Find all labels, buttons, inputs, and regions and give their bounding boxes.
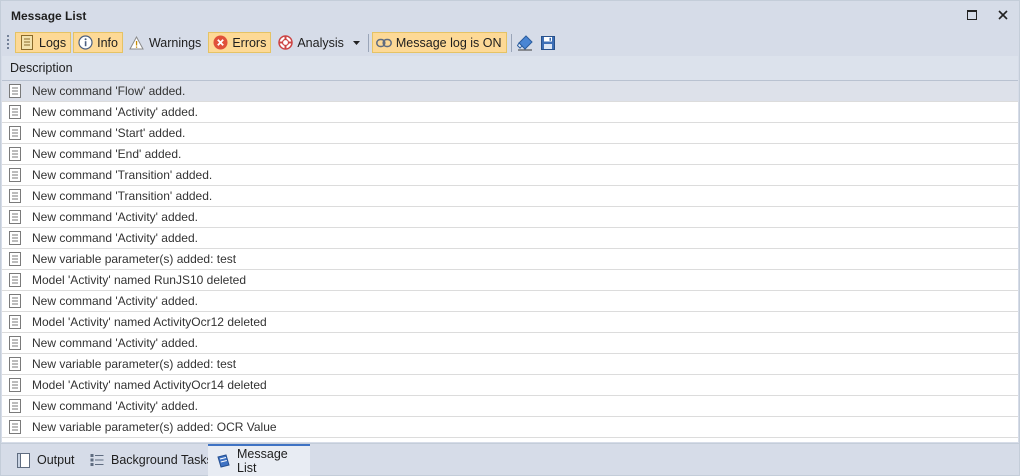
row-description: New command 'Activity' added. <box>32 105 198 119</box>
analysis-button[interactable]: Analysis <box>273 32 349 53</box>
message-grid: Description New command 'Flow' added. Ne… <box>2 56 1018 442</box>
row-description: New command 'End' added. <box>32 147 182 161</box>
log-entry-icon <box>9 378 23 392</box>
log-entry-icon <box>9 273 23 287</box>
table-row[interactable]: New variable parameter(s) added: OCR Val… <box>2 417 1018 438</box>
tab-output[interactable]: Output <box>7 444 83 476</box>
log-entry-icon <box>9 168 23 182</box>
row-description: New variable parameter(s) added: OCR Val… <box>32 420 277 434</box>
table-row[interactable]: New command 'Start' added. <box>2 123 1018 144</box>
info-label: Info <box>97 35 118 50</box>
log-entry-icon <box>9 399 23 413</box>
tab-output-label: Output <box>37 453 75 467</box>
toolbar-separator <box>510 33 512 52</box>
logs-label: Logs <box>39 35 67 50</box>
log-entry-icon <box>9 147 23 161</box>
row-description: Model 'Activity' named RunJS10 deleted <box>32 273 247 287</box>
maximize-button[interactable] <box>963 6 981 24</box>
message-list-panel: Message List Logs Info Warnings Errors A… <box>0 0 1020 476</box>
table-row[interactable]: New command 'End' added. <box>2 144 1018 165</box>
log-entry-icon <box>9 336 23 350</box>
description-column-header[interactable]: Description <box>2 56 1018 81</box>
tab-background-tasks[interactable]: Background Tasks <box>81 444 221 476</box>
toolbar-grip[interactable] <box>6 34 10 51</box>
log-entry-icon <box>9 252 23 266</box>
table-row[interactable]: Model 'Activity' named ActivityOcr12 del… <box>2 312 1018 333</box>
output-icon <box>15 452 31 468</box>
log-entry-icon <box>9 420 23 434</box>
tab-background-tasks-label: Background Tasks <box>111 453 213 467</box>
table-row[interactable]: New variable parameter(s) added: test <box>2 354 1018 375</box>
close-button[interactable] <box>994 6 1012 24</box>
clear-messages-button[interactable] <box>515 32 536 53</box>
table-row[interactable]: New command 'Activity' added. <box>2 333 1018 354</box>
row-description: New command 'Transition' added. <box>32 189 213 203</box>
message-log-toggle-button[interactable]: Message log is ON <box>371 32 507 53</box>
table-row[interactable]: New command 'Activity' added. <box>2 207 1018 228</box>
table-row[interactable]: New command 'Activity' added. <box>2 291 1018 312</box>
errors-toggle-button[interactable]: Errors <box>208 32 272 53</box>
log-entry-icon <box>9 105 23 119</box>
warning-icon <box>129 35 145 51</box>
log-entry-icon <box>9 231 23 245</box>
error-icon <box>212 35 228 51</box>
logs-toggle-button[interactable]: Logs <box>15 32 72 53</box>
info-toggle-button[interactable]: Info <box>73 32 123 53</box>
analysis-dropdown-button[interactable] <box>351 32 363 53</box>
table-row[interactable]: New command 'Transition' added. <box>2 186 1018 207</box>
row-description: New command 'Activity' added. <box>32 336 198 350</box>
row-description: Model 'Activity' named ActivityOcr12 del… <box>32 315 267 329</box>
row-description: New command 'Activity' added. <box>32 231 198 245</box>
row-description: New variable parameter(s) added: test <box>32 357 237 371</box>
row-description: New variable parameter(s) added: test <box>32 252 237 266</box>
table-row[interactable]: New variable parameter(s) added: test <box>2 249 1018 270</box>
description-header-label: Description <box>10 61 73 75</box>
row-description: New command 'Activity' added. <box>32 399 198 413</box>
bottom-tab-bar: Output Background Tasks Message List <box>1 443 1019 476</box>
table-row[interactable]: New command 'Transition' added. <box>2 165 1018 186</box>
log-entry-icon <box>9 294 23 308</box>
save-icon <box>541 35 555 50</box>
row-description: New command 'Activity' added. <box>32 210 198 224</box>
close-icon <box>998 10 1008 20</box>
row-description: New command 'Transition' added. <box>32 168 213 182</box>
info-icon <box>77 35 93 51</box>
lifebuoy-icon <box>277 35 293 51</box>
link-icon <box>375 35 392 51</box>
analysis-label: Analysis <box>297 35 344 50</box>
panel-title: Message List <box>11 9 87 23</box>
log-entry-icon <box>9 189 23 203</box>
eraser-icon <box>517 34 533 50</box>
log-entry-icon <box>9 357 23 371</box>
row-description: Model 'Activity' named ActivityOcr14 del… <box>32 378 267 392</box>
title-bar: Message List <box>1 1 1019 30</box>
table-row[interactable]: Model 'Activity' named ActivityOcr14 del… <box>2 375 1018 396</box>
save-messages-button[interactable] <box>538 32 559 53</box>
log-entry-icon <box>9 84 23 98</box>
row-description: New command 'Activity' added. <box>32 294 198 308</box>
tab-message-list[interactable]: Message List <box>208 444 310 476</box>
toolbar-separator <box>367 33 369 52</box>
table-row[interactable]: New command 'Activity' added. <box>2 102 1018 123</box>
log-entry-icon <box>9 126 23 140</box>
tab-message-list-label: Message List <box>237 447 288 475</box>
log-entry-icon <box>9 210 23 224</box>
table-row[interactable]: New command 'Flow' added. <box>2 81 1018 102</box>
errors-label: Errors <box>232 35 267 50</box>
table-row[interactable]: Model 'Activity' named RunJS10 deleted <box>2 270 1018 291</box>
row-description: New command 'Flow' added. <box>32 84 186 98</box>
log-entry-icon <box>9 315 23 329</box>
warnings-label: Warnings <box>148 35 202 50</box>
chevron-down-icon <box>353 40 361 45</box>
message-log-label: Message log is ON <box>395 35 502 50</box>
warnings-toggle-button[interactable]: Warnings <box>125 32 206 53</box>
table-row[interactable]: New command 'Activity' added. <box>2 228 1018 249</box>
message-list-icon <box>216 453 231 469</box>
table-row[interactable]: New command 'Activity' added. <box>2 396 1018 417</box>
logs-icon <box>19 35 35 51</box>
task-list-icon <box>89 452 105 468</box>
maximize-icon <box>967 10 977 20</box>
row-description: New command 'Start' added. <box>32 126 186 140</box>
message-toolbar: Logs Info Warnings Errors Analysis Messa… <box>1 30 1019 55</box>
